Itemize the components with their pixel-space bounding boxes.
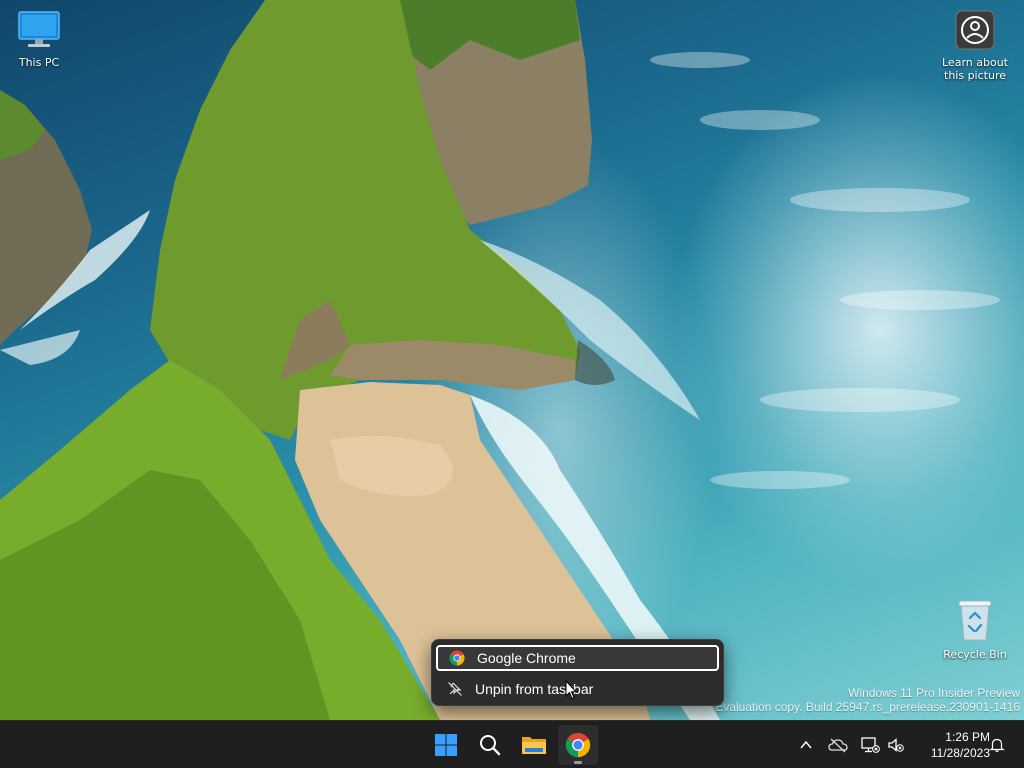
taskbar: 1:26 PM 11/28/2023 — [0, 720, 1024, 768]
windows-logo-icon — [435, 734, 457, 756]
learn-about-picture-desktop-icon[interactable]: Learn about this picture — [937, 10, 1013, 82]
network-button[interactable] — [858, 733, 882, 757]
notifications-button[interactable] — [985, 733, 1009, 757]
menu-item-label: Google Chrome — [477, 650, 576, 666]
chrome-icon — [565, 732, 591, 758]
clock-date: 11/28/2023 — [930, 746, 990, 760]
file-explorer-button[interactable] — [514, 725, 554, 765]
recycle-bin-label: Recycle Bin — [943, 648, 1007, 661]
recycle-bin-desktop-icon[interactable]: Recycle Bin — [937, 598, 1013, 661]
onedrive-offline-icon — [828, 738, 848, 753]
camera-info-icon — [955, 10, 995, 50]
show-hidden-icons-button[interactable] — [794, 733, 818, 757]
volume-muted-icon — [888, 738, 904, 752]
folder-icon — [522, 737, 546, 754]
chrome-taskbar-button[interactable] — [558, 725, 598, 765]
learn-about-picture-label: Learn about this picture — [942, 56, 1008, 82]
start-button[interactable] — [426, 725, 466, 765]
watermark-build: Evaluation copy. Build 25947.rs_prerelea… — [715, 700, 1020, 714]
chevron-up-icon — [800, 740, 812, 749]
clock[interactable]: 1:26 PM 11/28/2023 — [912, 729, 990, 761]
mouse-cursor-icon — [565, 680, 577, 700]
search-button[interactable] — [470, 725, 510, 765]
wallpaper-scenery — [0, 0, 1000, 720]
notification-bell-icon — [989, 738, 1005, 753]
watermark-edition: Windows 11 Pro Insider Preview — [848, 686, 1020, 700]
recycle-bin-icon — [958, 600, 992, 641]
network-disconnected-icon — [861, 737, 880, 753]
this-pc-desktop-icon[interactable]: This PC — [1, 10, 77, 69]
menu-item-google-chrome[interactable]: Google Chrome — [436, 645, 719, 671]
onedrive-button[interactable] — [826, 733, 850, 757]
taskbar-jump-list-menu: Google Chrome Unpin from taskbar — [431, 639, 724, 706]
monitor-icon — [18, 11, 60, 47]
windows-build-watermark: Windows 11 Pro Insider Preview Evaluatio… — [715, 686, 1020, 714]
unpin-icon — [446, 680, 464, 698]
menu-item-unpin-from-taskbar[interactable]: Unpin from taskbar — [436, 676, 719, 702]
volume-button[interactable] — [884, 733, 908, 757]
clock-time: 1:26 PM — [945, 730, 990, 744]
chrome-icon — [448, 649, 466, 667]
search-icon — [480, 735, 501, 756]
desktop-wallpaper — [0, 0, 1024, 720]
running-indicator — [574, 761, 582, 764]
this-pc-label: This PC — [18, 56, 60, 69]
